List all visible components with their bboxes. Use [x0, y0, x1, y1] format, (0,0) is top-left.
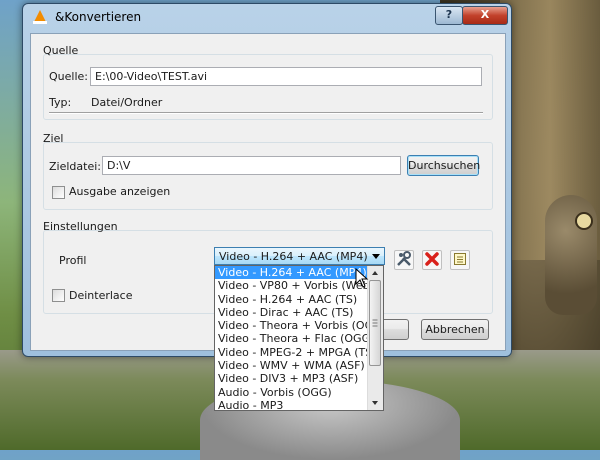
profile-option[interactable]: Video - Theora + Flac (OGG) — [215, 332, 369, 345]
deinterlace-label: Deinterlace — [69, 289, 133, 302]
deinterlace-checkbox[interactable] — [52, 289, 65, 302]
source-separator — [49, 112, 483, 114]
profile-option[interactable]: Video - WMV + WMA (ASF) — [215, 359, 369, 372]
mouse-pointer-icon — [355, 268, 369, 288]
help-button[interactable]: ? — [435, 6, 463, 25]
title-bar[interactable]: &Konvertieren ? X — [23, 4, 511, 30]
browse-button[interactable]: Durchsuchen — [407, 155, 480, 176]
delete-icon — [425, 252, 439, 266]
scroll-down-icon[interactable] — [372, 401, 378, 405]
show-output-checkbox[interactable] — [52, 186, 65, 199]
profile-option[interactable]: Video - Theora + Vorbis (OGG) — [215, 319, 369, 332]
source-group — [43, 54, 493, 120]
tools-icon — [397, 251, 411, 266]
target-group — [43, 142, 493, 210]
profile-label: Profil — [59, 254, 87, 267]
background-creature-eye — [575, 212, 593, 230]
profile-option[interactable]: Video - DIV3 + MP3 (ASF) — [215, 372, 369, 385]
scrollbar-thumb[interactable] — [369, 280, 381, 366]
profile-options: Video - H.264 + AAC (MP4) Video - VP80 +… — [215, 266, 369, 410]
target-file-label: Zieldatei: — [49, 160, 101, 173]
profile-option[interactable]: Video - MPEG-2 + MPGA (TS) — [215, 346, 369, 359]
profile-option[interactable]: Video - H.264 + AAC (MP4) — [215, 266, 369, 280]
source-path-field[interactable]: E:\00-Video\TEST.avi — [90, 67, 482, 86]
grip-icon — [372, 319, 378, 327]
new-profile-button[interactable] — [450, 250, 470, 270]
type-value: Datei/Ordner — [91, 96, 163, 109]
show-output-label: Ausgabe anzeigen — [69, 185, 171, 198]
profile-option[interactable]: Video - Dirac + AAC (TS) — [215, 306, 369, 319]
profile-option[interactable]: Audio - MP3 — [215, 399, 369, 410]
dropdown-scrollbar[interactable] — [367, 266, 383, 410]
scroll-up-icon[interactable] — [372, 271, 378, 275]
new-profile-icon — [454, 253, 466, 265]
target-file-field[interactable]: D:\V — [102, 156, 401, 175]
profile-option[interactable]: Video - VP80 + Vorbis (Webm) — [215, 279, 369, 292]
close-button[interactable]: X — [462, 6, 508, 25]
profile-select-value: Video - H.264 + AAC (MP4) — [219, 250, 368, 263]
target-group-title: Ziel — [43, 132, 64, 145]
source-group-title: Quelle — [43, 44, 79, 57]
profile-select[interactable]: Video - H.264 + AAC (MP4) — [214, 247, 385, 265]
delete-profile-button[interactable] — [422, 250, 442, 270]
vlc-cone-icon — [33, 10, 47, 24]
cancel-button[interactable]: Abbrechen — [421, 319, 489, 340]
profile-option[interactable]: Video - H.264 + AAC (TS) — [215, 293, 369, 306]
profile-option[interactable]: Audio - Vorbis (OGG) — [215, 386, 369, 399]
settings-group-title: Einstellungen — [43, 220, 118, 233]
source-label: Quelle: — [49, 70, 88, 83]
type-label: Typ: — [49, 96, 72, 109]
chevron-down-icon[interactable] — [372, 254, 380, 259]
window-title: &Konvertieren — [55, 10, 142, 24]
edit-profile-button[interactable] — [394, 250, 414, 270]
